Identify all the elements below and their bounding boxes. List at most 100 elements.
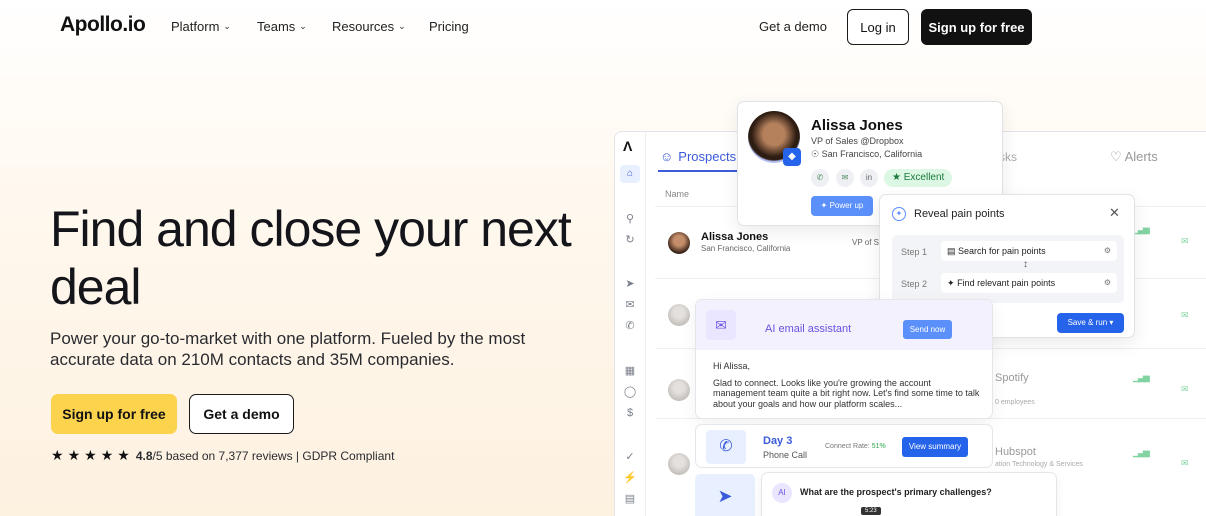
rating-text: 4.8/5 based on 7,377 reviews | GDPR Comp…	[135, 448, 395, 463]
column-header-name: Name	[665, 189, 690, 199]
step-label: Step 1	[901, 247, 928, 257]
nav-resources[interactable]: Resources ⌄	[332, 19, 406, 34]
send-now-button[interactable]: Send now	[903, 320, 952, 339]
send-icon[interactable]: ➤	[623, 277, 637, 291]
email-body: Hi Alissa, Glad to connect. Looks like y…	[713, 361, 981, 409]
star-icon: ★	[67, 447, 81, 463]
ai-sparkle-icon: ✦	[892, 207, 906, 221]
nav-platform[interactable]: Platform ⌄	[171, 19, 231, 34]
prospect-title: VP of S	[852, 238, 879, 247]
sparkle-icon: ✦	[947, 278, 955, 288]
chevron-down-icon: ⌄	[223, 21, 231, 31]
step-1-field[interactable]: ▤ Search for pain points ⚙	[941, 241, 1117, 261]
question-text: What are the prospect's primary challeng…	[800, 487, 992, 497]
avatar	[668, 453, 690, 475]
location-pin-icon: ☉	[811, 149, 820, 159]
chat-icon[interactable]: ◯	[623, 385, 637, 399]
profile-name: Alissa Jones	[811, 117, 903, 134]
hero-demo-button[interactable]: Get a demo	[189, 394, 294, 434]
connect-rate: Connect Rate: 51%	[825, 443, 886, 450]
view-summary-button[interactable]: View summary	[902, 437, 968, 457]
apollo-mark-icon: Λ	[623, 138, 633, 154]
chart-icon[interactable]: ▤	[623, 492, 637, 506]
star-icon: ★	[100, 447, 114, 463]
avatar	[668, 232, 690, 254]
profile-title: VP of Sales @Dropbox	[811, 136, 904, 146]
send-icon: ➤	[695, 474, 755, 516]
user-add-icon: ☺	[660, 149, 674, 164]
step-label: Step 2	[901, 279, 928, 289]
top-nav: Apollo.io Platform ⌄ Teams ⌄ Resources ⌄ Pr…	[0, 0, 1206, 54]
rating: ★ ★ ★ ★ ★ 4.8/5 based on 7,377 reviews |…	[51, 447, 394, 464]
signup-button[interactable]: Sign up for free	[921, 9, 1032, 45]
gear-icon[interactable]: ⚙	[1104, 241, 1111, 261]
linkedin-icon[interactable]: in	[860, 169, 878, 187]
star-icon: ★	[84, 447, 97, 463]
mail-check-icon[interactable]: ✉	[1181, 236, 1189, 247]
dropbox-icon: ◆	[783, 148, 801, 166]
avatar	[668, 379, 690, 401]
hero-subtitle: Power your go-to-market with one platfor…	[50, 329, 526, 369]
phone-icon[interactable]: ✆	[623, 319, 637, 333]
avatar	[668, 304, 690, 326]
save-and-run-button[interactable]: Save & run ▾	[1057, 313, 1124, 333]
star-icon: ★	[892, 172, 901, 183]
company-industry: ation Technology & Services	[995, 461, 1083, 468]
step-2-field[interactable]: ✦ Find relevant pain points ⚙	[941, 273, 1117, 293]
power-up-button[interactable]: ✦ Power up	[811, 196, 873, 216]
check-icon[interactable]: ✓	[623, 450, 637, 464]
sparkle-icon: ✦	[820, 201, 828, 210]
question-card: AI What are the prospect's primary chall…	[761, 472, 1057, 516]
briefcase-icon: ▤	[947, 246, 956, 256]
nav-teams[interactable]: Teams ⌄	[257, 19, 307, 34]
search-icon[interactable]: ⚲	[623, 212, 637, 226]
tab-underline	[658, 170, 740, 172]
hero-signup-button[interactable]: Sign up for free	[51, 394, 177, 434]
profile-location: ☉ San Francisco, California	[811, 149, 923, 159]
bell-icon: ♡	[1110, 149, 1122, 164]
nav-pricing[interactable]: Pricing	[429, 19, 469, 34]
home-icon[interactable]: ⌂	[620, 165, 640, 183]
star-rating: ★ ★ ★ ★ ★	[51, 447, 130, 464]
email-greeting: Hi Alissa,	[713, 361, 751, 371]
mail-check-icon[interactable]: ✉	[1181, 384, 1189, 395]
chevron-down-icon: ▾	[1109, 318, 1114, 327]
mail-icon[interactable]: ✉	[623, 298, 637, 312]
phone-verified-icon[interactable]: ✆	[811, 169, 829, 187]
steps-panel: Step 1 ▤ Search for pain points ⚙ ↕ Step …	[892, 235, 1124, 303]
phone-icon: ✆	[706, 430, 746, 464]
signal-bars-icon: ▁▃▅	[1133, 372, 1150, 382]
swap-icon: ↕	[1023, 259, 1028, 270]
email-text: Glad to connect. Looks like you're growi…	[713, 377, 980, 409]
chevron-down-icon: ⌄	[398, 21, 406, 31]
step-day: Day 3	[763, 435, 793, 447]
company-name: Spotify	[995, 372, 1029, 384]
apollo-logo[interactable]: Apollo.io	[60, 13, 146, 37]
company-size: 0 employees	[995, 399, 1035, 406]
gear-icon[interactable]: ⚙	[1104, 273, 1111, 293]
mail-check-icon[interactable]: ✉	[1181, 458, 1189, 469]
company-name: Hubspot	[995, 446, 1036, 458]
hero-title: Find and close your next deal	[50, 201, 572, 315]
ai-email-header: ✉ AI email assistant Send now	[696, 300, 992, 350]
mail-check-icon[interactable]: ✉	[1181, 310, 1189, 321]
prospect-name[interactable]: Alissa Jones	[701, 231, 768, 243]
close-icon[interactable]: ✕	[1109, 205, 1120, 221]
card-title: Reveal pain points	[914, 208, 1005, 220]
email-verified-icon[interactable]: ✉	[836, 169, 854, 187]
tab-alerts[interactable]: ♡ Alerts	[1110, 149, 1158, 165]
status-badge: ★ Excellent	[884, 169, 953, 187]
step-type: Phone Call	[763, 450, 808, 460]
tab-prospects[interactable]: ☺ Prospects	[660, 149, 736, 164]
get-demo-link[interactable]: Get a demo	[759, 19, 827, 34]
signal-bars-icon: ▁▃▅	[1133, 224, 1150, 234]
calendar-icon[interactable]: ▦	[623, 364, 637, 378]
login-button[interactable]: Log in	[847, 9, 909, 45]
video-timestamp: 5:23	[861, 507, 881, 515]
dollar-icon[interactable]: $	[623, 406, 637, 420]
prospect-location: San Francisco, California	[701, 244, 791, 253]
chevron-down-icon: ⌄	[299, 21, 307, 31]
ai-email-title: AI email assistant	[765, 323, 852, 335]
bolt-icon[interactable]: ⚡	[623, 471, 637, 485]
refresh-icon[interactable]: ↻	[623, 233, 637, 247]
